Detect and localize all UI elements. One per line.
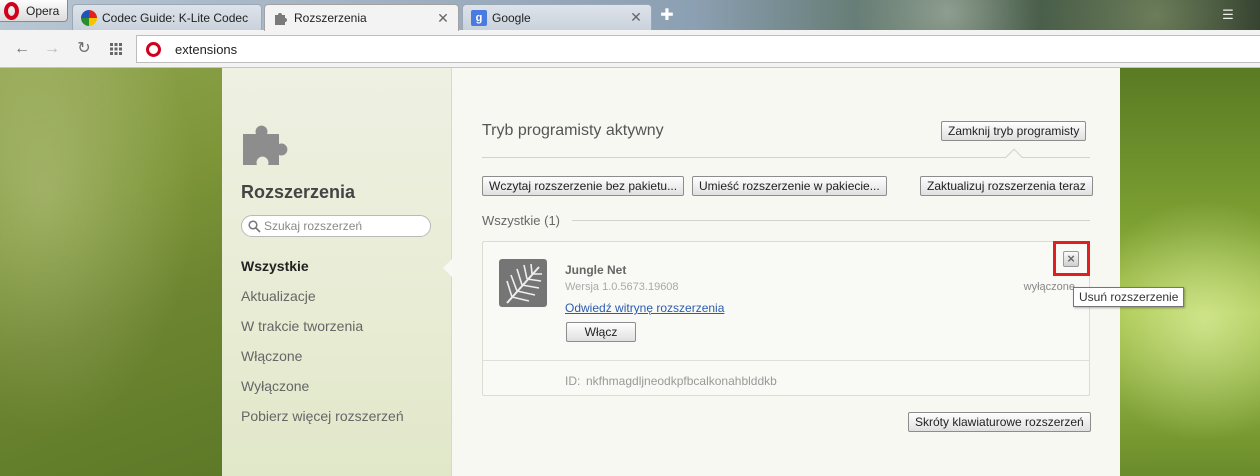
opera-logo-icon (4, 1, 19, 20)
close-dev-mode-button[interactable]: Zamknij tryb programisty (941, 121, 1087, 141)
dev-mode-title: Tryb programisty aktywny (482, 122, 664, 139)
nav-pointer (443, 258, 453, 278)
search-icon (248, 219, 261, 233)
google-favicon-icon: g (471, 9, 487, 26)
speed-dial-icon[interactable] (106, 39, 126, 59)
back-icon[interactable]: ← (12, 39, 32, 59)
extension-name: Jungle Net (565, 263, 627, 277)
opera-badge-icon (146, 41, 161, 57)
address-bar[interactable]: extensions (136, 35, 1260, 63)
tab-title: Codec Guide: K-Lite Codec (102, 10, 249, 25)
reload-icon[interactable]: ↻ (74, 39, 94, 59)
sidebar-item-wlaczone[interactable]: Włączone (241, 348, 302, 364)
sidebar-item-wszystkie[interactable]: Wszystkie (241, 258, 309, 274)
new-tab-icon[interactable]: ✚ (656, 8, 678, 25)
tab-title: Google (492, 10, 531, 25)
enable-extension-button[interactable]: Włącz (566, 322, 636, 342)
extension-card: Jungle Net Wersja 1.0.5673.19608 Odwiedź… (482, 241, 1090, 396)
toolbar: ← → ↻ extensions (0, 30, 1260, 68)
address-text[interactable]: extensions (175, 42, 237, 57)
sidebar-item-aktualizacje[interactable]: Aktualizacje (241, 288, 316, 304)
search-input[interactable] (264, 219, 424, 233)
tab-google[interactable]: g Google ✕ (462, 4, 652, 30)
keyboard-shortcuts-button[interactable]: Skróty klawiaturowe rozszerzeń (908, 412, 1091, 432)
tab-strip: Opera Codec Guide: K-Lite Codec Rozszerz… (0, 0, 1260, 31)
section-label: Wszystkie (1) (482, 213, 560, 228)
divider (482, 157, 1090, 158)
sidebar-item-wylaczone[interactable]: Wyłączone (241, 378, 309, 394)
background-right (1120, 68, 1260, 476)
sidebar: Rozszerzenia Wszystkie Aktualizacje W tr… (222, 68, 452, 476)
tab-rozszerzenia[interactable]: Rozszerzenia ✕ (264, 4, 459, 31)
tab-menu-icon[interactable]: ☰ (1220, 7, 1236, 23)
update-extensions-button[interactable]: Zaktualizuj rozszerzenia teraz (920, 176, 1093, 196)
tab-codec-guide[interactable]: Codec Guide: K-Lite Codec (72, 4, 262, 30)
main-panel: Tryb programisty aktywny Zamknij tryb pr… (452, 68, 1120, 476)
card-divider (483, 360, 1089, 361)
remove-extension-icon[interactable]: × (1063, 251, 1079, 267)
extension-website-link[interactable]: Odwiedź witrynę rozszerzenia (565, 301, 724, 315)
extension-version: Wersja 1.0.5673.19608 (565, 281, 679, 293)
extension-leaf-icon (499, 259, 547, 307)
remove-tooltip: Usuń rozszerzenie (1073, 287, 1185, 307)
section-divider (572, 220, 1090, 221)
extension-id: nkfhmagdljneodkpfbcalkonahblddkb (586, 374, 777, 388)
sidebar-item-w-trakcie-tworzenia[interactable]: W trakcie tworzenia (241, 318, 363, 334)
forward-icon[interactable]: → (42, 39, 62, 59)
extension-id-label: ID: (565, 374, 581, 388)
tab-close-icon[interactable]: ✕ (629, 9, 643, 26)
load-unpacked-button[interactable]: Wczytaj rozszerzenie bez pakietu... (482, 176, 685, 196)
sidebar-item-pobierz-wiecej[interactable]: Pobierz więcej rozszerzeń (241, 408, 404, 424)
opera-menu-label: Opera (26, 3, 60, 18)
tab-title: Rozszerzenia (294, 11, 367, 25)
puzzle-favicon-icon (273, 10, 289, 26)
divider-notch (1005, 148, 1023, 166)
pack-extension-button[interactable]: Umieść rozszerzenie w pakiecie... (692, 176, 887, 196)
opera-menu-button[interactable]: Opera (0, 0, 68, 22)
puzzle-icon (243, 125, 288, 165)
codec-favicon-icon (81, 9, 97, 26)
extension-status: wyłączone (1023, 281, 1075, 293)
background-left (0, 68, 222, 476)
sidebar-title: Rozszerzenia (241, 182, 356, 202)
tab-close-icon[interactable]: ✕ (436, 10, 450, 27)
sidebar-search[interactable] (241, 215, 431, 237)
